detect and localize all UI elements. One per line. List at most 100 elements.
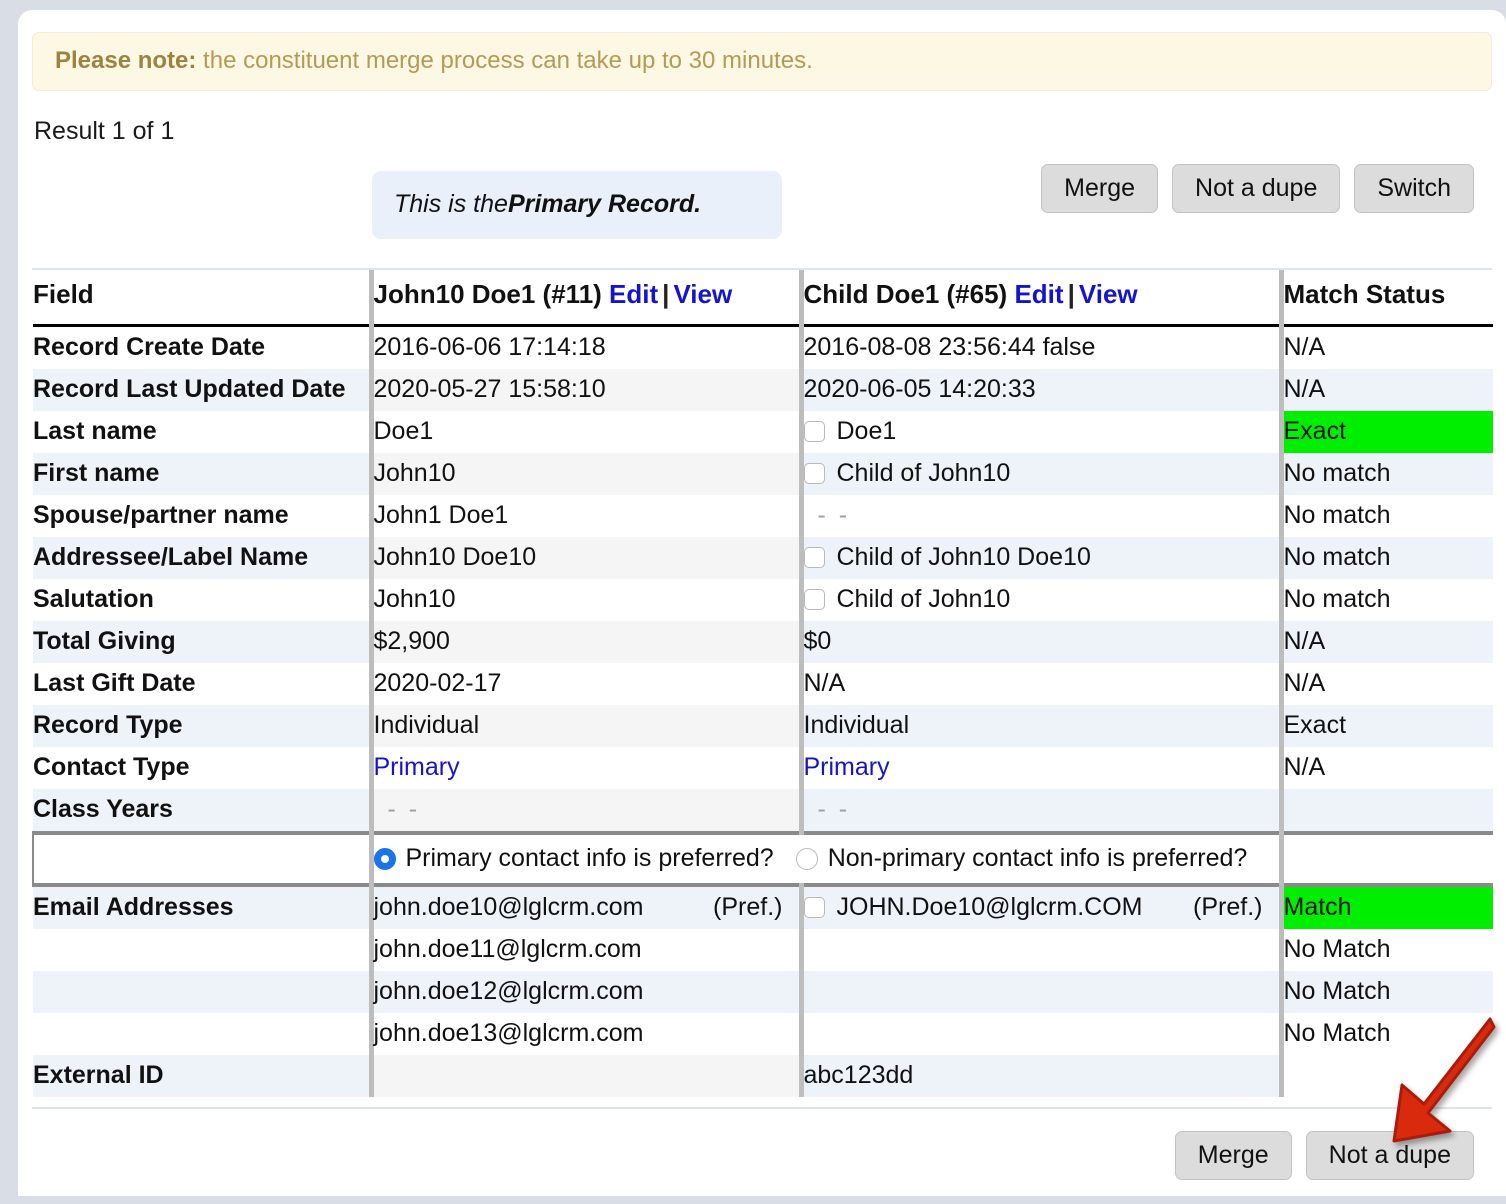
record-b-cell: Primary (798, 746, 1281, 789)
not-a-dupe-button-top[interactable]: Not a dupe (1172, 163, 1341, 213)
notice-lead: Please note: (55, 47, 197, 74)
email-value: john.doe13@lglcrm.com (373, 1019, 644, 1048)
record-b-cell: Individual (798, 704, 1281, 747)
record-a-email-cell: john.doe10@lglcrm.com (Pref.) (368, 884, 801, 929)
contact-type-link[interactable]: Primary (374, 753, 460, 781)
field-label-cell: Total Giving (33, 620, 371, 663)
record-a-cell: John10 (368, 452, 801, 495)
match-status-cell: No match (1278, 452, 1493, 495)
record-a-cell: Primary (368, 746, 801, 789)
merge-duration-notice: Please note: the constituent merge proce… (32, 32, 1492, 91)
select-value-checkbox[interactable] (803, 897, 825, 919)
cell-value: Child of John10 Doe10 (836, 543, 1091, 572)
record-b-cell: Child of John10 (798, 578, 1281, 621)
record-a-cell: John10 (368, 578, 801, 621)
primary-preferred-label: Primary contact info is preferred? (405, 844, 774, 873)
result-count: Result 1 of 1 (34, 116, 175, 145)
select-value-checkbox[interactable] (803, 589, 825, 611)
nonprimary-preferred-radio[interactable] (795, 847, 818, 870)
match-status-cell: N/A (1278, 368, 1493, 411)
divider-bottom (32, 1106, 1492, 1109)
field-label-cell: Salutation (33, 579, 371, 621)
preferred-contact-options: Primary contact info is preferred? Non-pr… (368, 830, 1281, 887)
record-a-cell: Individual (368, 704, 801, 747)
record-b-email-cell (798, 970, 1281, 1013)
merge-button-top[interactable]: Merge (1041, 163, 1159, 213)
not-a-dupe-button-bottom[interactable]: Not a dupe (1305, 1130, 1474, 1180)
record-a-cell: 2020-05-27 15:58:10 (368, 368, 801, 411)
primary-record-band: This is the Primary Record. Merge Not a … (18, 163, 1506, 260)
cell-value: John10 Doe10 (373, 543, 537, 572)
table-header-row: Field John10 Doe1 (#11) Edit | View Child … (33, 269, 1493, 327)
field-label-cell: Class Years (33, 788, 371, 833)
column-header-field: Field (33, 269, 371, 327)
field-label-cell: Last Gift Date (33, 663, 371, 705)
email-match-status-cell: No Match (1278, 1012, 1493, 1055)
email-match-status-cell: Match (1278, 884, 1493, 929)
merge-button-bottom[interactable]: Merge (1174, 1130, 1292, 1180)
record-a-cell: - - (368, 788, 801, 833)
select-value-checkbox[interactable] (803, 463, 825, 485)
field-label-cell: Record Last Updated Date (33, 368, 371, 411)
record-b-edit-link[interactable]: Edit (1014, 279, 1063, 309)
record-a-email-cell: john.doe13@lglcrm.com (368, 1012, 801, 1055)
field-label: Last Gift Date (33, 669, 196, 698)
email-field-label-cell (33, 929, 371, 971)
cell-value: Individual (803, 711, 910, 740)
select-value-checkbox[interactable] (803, 421, 825, 443)
record-b-link-separator: | (1067, 279, 1075, 310)
select-value-checkbox[interactable] (803, 547, 825, 569)
record-a-view-link[interactable]: View (673, 279, 732, 309)
cell-value: abc123dd (803, 1061, 914, 1090)
cell-value: Child of John10 (836, 459, 1011, 488)
contact-type-link[interactable]: Primary (804, 753, 890, 781)
cell-value: 2020-06-05 14:20:33 (803, 375, 1036, 404)
field-label: Record Type (33, 711, 183, 740)
record-b-view-link[interactable]: View (1079, 279, 1138, 309)
email-field-label-cell (33, 970, 371, 1013)
cell-value: 2020-05-27 15:58:10 (373, 375, 606, 404)
empty-value-dash: - - (817, 795, 851, 824)
external-id-match-cell (1278, 1054, 1493, 1097)
match-status-cell: Exact (1278, 704, 1493, 747)
table-row: Salutation John10 Child of John10 No match (33, 578, 1493, 621)
primary-record-emphasis: Primary Record. (507, 190, 702, 219)
record-b-title: Child Doe1 (#65) (803, 279, 1008, 310)
field-label: Addressee/Label Name (33, 543, 309, 572)
field-label-cell: Spouse/partner name (33, 495, 371, 537)
cell-value: Individual (373, 711, 480, 740)
record-b-cell: Child of John10 (798, 452, 1281, 495)
email-field-label-cell (33, 1013, 371, 1055)
match-status-value: No match (1283, 585, 1391, 614)
match-status-cell: No match (1278, 494, 1493, 537)
top-action-buttons: Merge Not a dupe Switch (1041, 163, 1474, 213)
field-label: Spouse/partner name (33, 501, 289, 530)
match-status-value: N/A (1283, 669, 1326, 698)
nonprimary-preferred-label: Non-primary contact info is preferred? (827, 844, 1248, 873)
match-status-value: N/A (1283, 753, 1326, 782)
email-row: john.doe11@lglcrm.com No Match (33, 928, 1493, 971)
primary-preferred-radio[interactable] (373, 847, 396, 870)
cell-value: 2016-06-06 17:14:18 (373, 333, 606, 362)
notice-text: the constituent merge process can take u… (196, 47, 813, 74)
match-status-value: No match (1283, 501, 1391, 530)
email-field-label: Email Addresses (33, 893, 234, 922)
cell-value: N/A (803, 669, 846, 698)
match-status-cell (1278, 788, 1493, 833)
switch-button[interactable]: Switch (1354, 163, 1474, 213)
email-field-label-cell: Email Addresses (33, 884, 371, 929)
field-label-cell: Last name (33, 411, 371, 453)
field-label: Record Create Date (33, 333, 266, 362)
record-b-cell: - - (798, 788, 1281, 833)
record-b-email-cell (798, 1012, 1281, 1055)
field-label: Total Giving (33, 627, 176, 656)
table-row: Last name Doe1 Doe1 Exact (33, 410, 1493, 453)
match-status-value: Match (1283, 893, 1352, 922)
record-b-email-cell (798, 928, 1281, 971)
record-b-cell: - - (798, 494, 1281, 537)
record-a-edit-link[interactable]: Edit (609, 279, 658, 309)
empty-value-dash: - - (817, 501, 851, 530)
match-status-value: No match (1283, 543, 1391, 572)
primary-record-prefix: This is the (394, 190, 508, 219)
record-b-email-cell: JOHN.Doe10@lglcrm.COM (Pref.) (798, 884, 1281, 929)
